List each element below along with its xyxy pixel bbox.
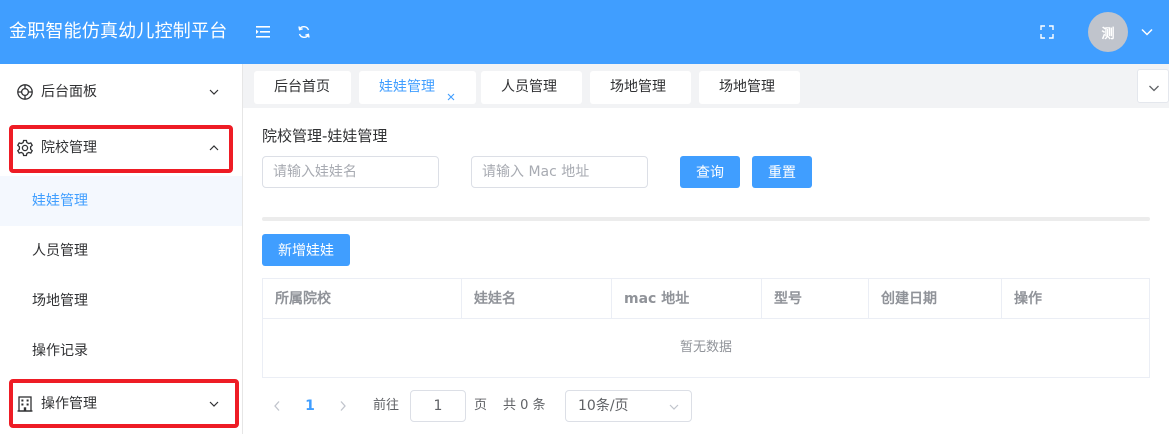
- page-size-value: 10条/页: [578, 398, 629, 414]
- goto-page-input[interactable]: [410, 390, 466, 422]
- table-header-cell[interactable]: 创建日期: [869, 279, 1002, 319]
- reset-button[interactable]: 重置: [752, 156, 812, 188]
- sidebar-item-school-management[interactable]: 院校管理: [0, 120, 242, 176]
- chevron-down-icon: [208, 86, 220, 98]
- sidebar-item-label: 院校管理: [41, 140, 97, 156]
- pagination: 1 前往 页 共 0 条 10条/页: [262, 390, 962, 422]
- sidebar-item-operation-management[interactable]: 操作管理: [0, 376, 242, 432]
- tab-staff-management[interactable]: 人员管理: [481, 71, 582, 104]
- sidebar-item-label: 后台面板: [41, 84, 97, 100]
- chevron-down-icon[interactable]: [1137, 22, 1157, 42]
- building-icon: [16, 395, 34, 413]
- goto-label: 前往: [373, 398, 400, 413]
- prev-page-icon[interactable]: [262, 390, 292, 422]
- tabs-dropdown-button[interactable]: [1137, 69, 1169, 103]
- doll-table: 所属院校 娃娃名 mac 地址 型号 创建日期 操作 暂无数据: [262, 278, 1150, 378]
- top-header: 金职智能仿真幼儿控制平台 测: [0, 0, 1169, 64]
- sidebar-subitem-label: 人员管理: [32, 243, 88, 259]
- chevron-down-icon: [1148, 81, 1160, 97]
- tab-venue-management-2[interactable]: 场地管理: [699, 71, 800, 104]
- chevron-down-icon: [668, 401, 680, 413]
- sidebar-subitem-staff-management[interactable]: 人员管理: [0, 226, 242, 276]
- sidebar: 后台面板 院校管理 娃娃管理 人员管理 场地管理 操作记录 操作管理: [0, 64, 243, 434]
- fullscreen-icon[interactable]: [1037, 22, 1057, 42]
- table-header-cell[interactable]: 型号: [762, 279, 869, 319]
- page-title: 院校管理-娃娃管理: [262, 127, 388, 145]
- page-unit-label: 页: [474, 398, 488, 413]
- chevron-up-icon: [208, 142, 220, 154]
- app-title: 金职智能仿真幼儿控制平台: [9, 21, 228, 42]
- tab-doll-management[interactable]: 娃娃管理: [359, 71, 476, 104]
- sidebar-item-label: 操作管理: [41, 396, 97, 412]
- table-header-cell[interactable]: 操作: [1002, 279, 1149, 319]
- tab-label: 后台首页: [274, 79, 330, 95]
- tab-home[interactable]: 后台首页: [254, 71, 351, 104]
- menu-collapse-icon[interactable]: [253, 22, 273, 42]
- main-content: 院校管理-娃娃管理 查询 重置 新增娃娃 所属院校 娃娃名 mac 地址 型号 …: [243, 108, 1169, 434]
- avatar[interactable]: 测: [1088, 12, 1128, 52]
- table-header-cell[interactable]: 所属院校: [263, 279, 462, 319]
- table-empty-text: 暂无数据: [679, 340, 732, 355]
- tab-label: 场地管理: [719, 79, 775, 95]
- add-doll-button[interactable]: 新增娃娃: [262, 234, 350, 266]
- sidebar-subitem-venue-management[interactable]: 场地管理: [0, 276, 242, 326]
- table-header-cell[interactable]: mac 地址: [612, 279, 762, 319]
- tab-label: 场地管理: [610, 79, 666, 95]
- total-count: 共 0 条: [503, 398, 546, 413]
- dashboard-icon: [16, 83, 34, 101]
- tabs-bar: 后台首页 娃娃管理 人员管理 场地管理 场地管理: [243, 64, 1169, 108]
- mac-address-input[interactable]: [471, 156, 648, 188]
- avatar-text: 测: [1101, 26, 1115, 42]
- refresh-icon[interactable]: [294, 22, 314, 42]
- sidebar-subitem-label: 场地管理: [32, 293, 88, 309]
- doll-name-input[interactable]: [262, 156, 439, 188]
- tab-venue-management[interactable]: 场地管理: [590, 71, 691, 104]
- sidebar-subitem-label: 操作记录: [32, 343, 88, 359]
- gear-icon: [16, 139, 34, 157]
- sidebar-item-dashboard[interactable]: 后台面板: [0, 64, 242, 120]
- section-divider: [262, 217, 1150, 221]
- close-icon[interactable]: [446, 82, 456, 101]
- chevron-down-icon: [208, 398, 220, 410]
- query-button[interactable]: 查询: [680, 156, 740, 188]
- sidebar-subitem-doll-management[interactable]: 娃娃管理: [0, 176, 242, 226]
- tab-label: 娃娃管理: [379, 79, 435, 95]
- table-header-cell[interactable]: 娃娃名: [462, 279, 612, 319]
- sidebar-subitem-operation-log[interactable]: 操作记录: [0, 326, 242, 376]
- next-page-icon[interactable]: [328, 390, 358, 422]
- tab-label: 人员管理: [501, 79, 557, 95]
- page-size-select[interactable]: 10条/页: [565, 390, 692, 422]
- sidebar-subitem-label: 娃娃管理: [32, 193, 88, 209]
- page-number-current[interactable]: 1: [292, 390, 328, 422]
